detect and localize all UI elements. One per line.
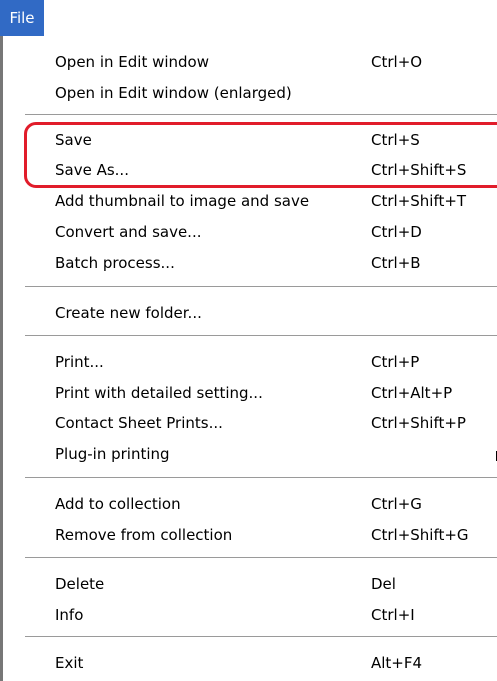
shortcut-print-detailed-setting: Ctrl+Alt+P bbox=[371, 384, 453, 402]
shortcut-contact-sheet-prints: Ctrl+Shift+P bbox=[371, 414, 466, 432]
shortcut-add-to-collection: Ctrl+G bbox=[371, 495, 422, 513]
file-menu-button[interactable]: File bbox=[0, 0, 44, 36]
shortcut-delete: Del bbox=[371, 575, 396, 593]
menu-separator bbox=[25, 335, 497, 337]
menu-separator bbox=[25, 286, 497, 288]
shortcut-remove-from-collection: Ctrl+Shift+G bbox=[371, 526, 469, 544]
menu-item-create-new-folder[interactable]: Create new folder... bbox=[55, 298, 202, 328]
menu-item-exit[interactable]: Exit bbox=[55, 648, 83, 678]
menu-item-add-to-collection[interactable]: Add to collection bbox=[55, 489, 181, 519]
menu-item-add-thumbnail-and-save[interactable]: Add thumbnail to image and save bbox=[55, 186, 309, 216]
menu-item-info[interactable]: Info bbox=[55, 600, 83, 630]
menu-item-contact-sheet-prints[interactable]: Contact Sheet Prints... bbox=[55, 408, 223, 438]
menu-item-print-detailed-setting[interactable]: Print with detailed setting... bbox=[55, 378, 263, 408]
menu-separator bbox=[25, 477, 497, 479]
menu-item-print[interactable]: Print... bbox=[55, 347, 104, 377]
shortcut-convert-and-save: Ctrl+D bbox=[371, 223, 422, 241]
shortcut-print: Ctrl+P bbox=[371, 353, 420, 371]
menu-item-batch-process[interactable]: Batch process... bbox=[55, 248, 175, 278]
shortcut-batch-process: Ctrl+B bbox=[371, 254, 421, 272]
shortcut-add-thumbnail-and-save: Ctrl+Shift+T bbox=[371, 192, 467, 210]
menu-separator bbox=[25, 557, 497, 559]
menu-separator bbox=[25, 636, 497, 638]
shortcut-open-in-edit-window: Ctrl+O bbox=[371, 53, 423, 71]
menu-bar: File bbox=[0, 0, 497, 36]
menu-item-plug-in-printing[interactable]: Plug-in printing bbox=[55, 439, 170, 469]
menu-item-open-in-edit-window[interactable]: Open in Edit window bbox=[55, 47, 209, 77]
menu-item-convert-and-save[interactable]: Convert and save... bbox=[55, 217, 201, 247]
menu-separator bbox=[25, 114, 497, 116]
menu-item-remove-from-collection[interactable]: Remove from collection bbox=[55, 520, 232, 550]
menu-item-open-in-edit-window-enlarged[interactable]: Open in Edit window (enlarged) bbox=[55, 78, 292, 108]
shortcut-info: Ctrl+I bbox=[371, 606, 415, 624]
menu-item-delete[interactable]: Delete bbox=[55, 569, 104, 599]
shortcut-exit: Alt+F4 bbox=[371, 654, 423, 672]
save-items-callout-box bbox=[24, 122, 497, 188]
